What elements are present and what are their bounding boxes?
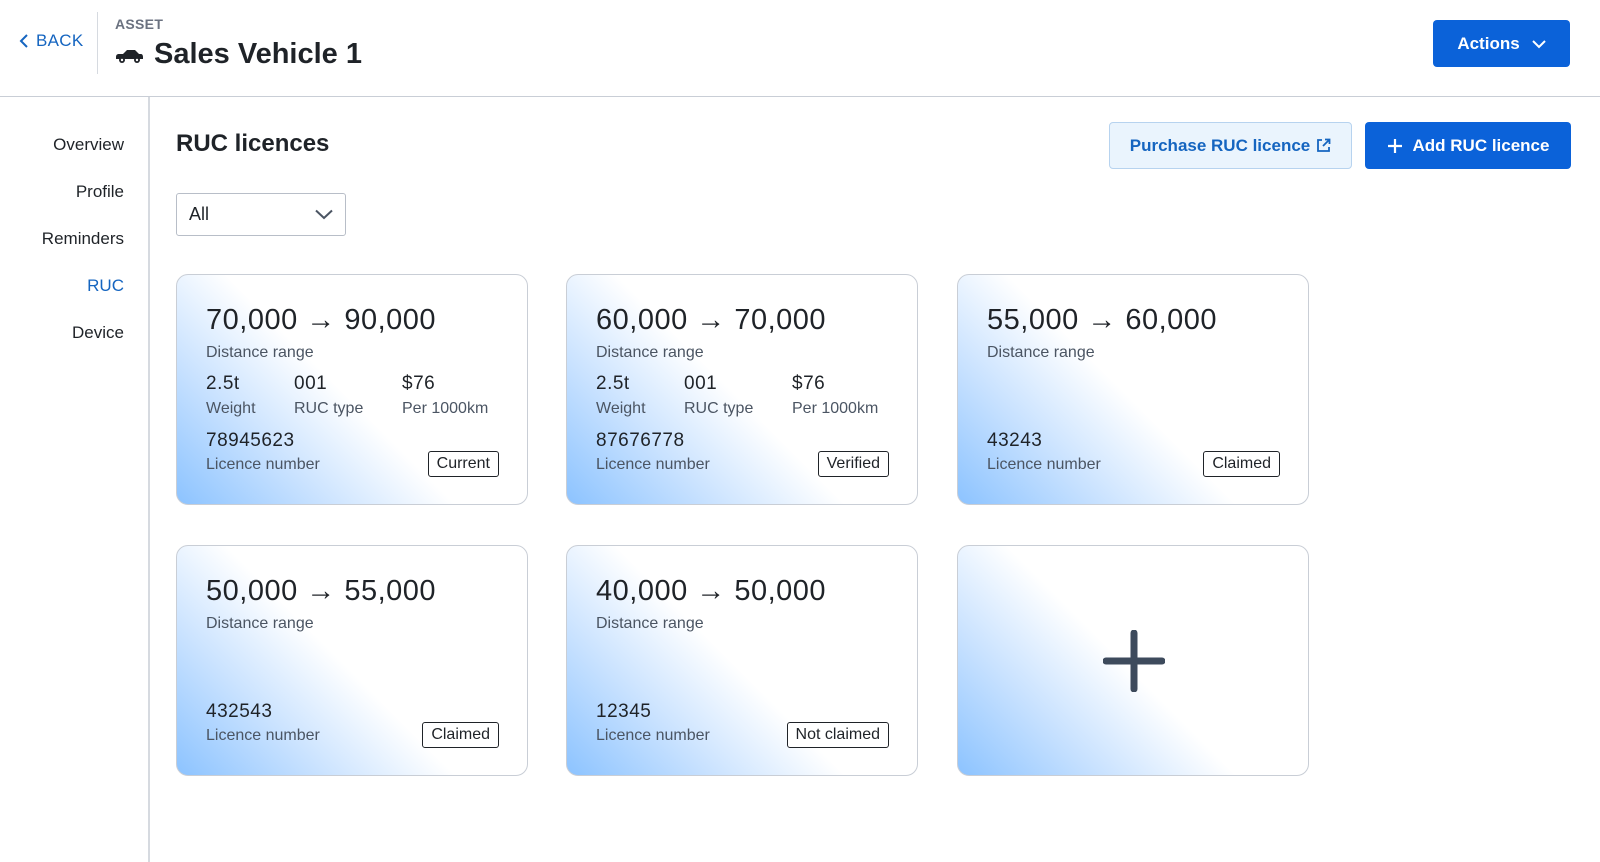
licence-number-value: 78945623 [206, 430, 295, 451]
header-divider [97, 12, 98, 74]
licence-number-label: Licence number [987, 456, 1101, 473]
sidebar-item-device[interactable]: Device [72, 323, 124, 343]
ruc-type-value: 001 [684, 373, 718, 394]
licence-number-value: 12345 [596, 701, 652, 722]
title-row: Sales Vehicle 1 [114, 38, 362, 71]
distance-range-label: Distance range [206, 615, 314, 632]
distance-range-value: 40,000 → 50,000 [596, 575, 827, 607]
price-label: Per 1000km [402, 400, 489, 417]
chevron-down-icon [315, 209, 333, 220]
add-ruc-licence-card[interactable] [957, 545, 1309, 776]
weight-value: 2.5t [596, 373, 630, 394]
distance-range-value: 70,000 → 90,000 [206, 304, 437, 336]
ruc-licence-card[interactable]: 40,000 → 50,000 Distance range 12345 Lic… [566, 545, 918, 776]
status-badge: Current [427, 451, 499, 477]
ruc-type-stat: 001 RUC type [684, 373, 753, 418]
price-stat: $76 Per 1000km [792, 373, 878, 418]
sidebar-item-overview[interactable]: Overview [53, 135, 124, 155]
car-icon [114, 45, 144, 65]
chevron-left-icon [19, 34, 28, 48]
back-button[interactable]: BACK [18, 31, 84, 51]
ruc-type-label: RUC type [294, 400, 364, 417]
sidebar-nav: Overview Profile Reminders RUC Device [0, 97, 150, 862]
sidebar-item-ruc[interactable]: RUC [87, 276, 124, 296]
distance-range-value: 50,000 → 55,000 [206, 575, 437, 607]
weight-stat: 2.5t Weight [206, 373, 256, 418]
sidebar-item-reminders[interactable]: Reminders [42, 229, 124, 249]
actions-button[interactable]: Actions [1433, 20, 1570, 67]
ruc-licence-card[interactable]: 60,000 → 70,000 Distance range 2.5t Weig… [566, 274, 918, 505]
weight-label: Weight [206, 400, 256, 417]
plus-icon [1387, 138, 1402, 153]
ruc-licence-card[interactable]: 50,000 → 55,000 Distance range 432543 Li… [176, 545, 528, 776]
ruc-licence-card[interactable]: 55,000 → 60,000 Distance range 43243 Lic… [957, 274, 1309, 505]
distance-range-value: 55,000 → 60,000 [987, 304, 1218, 336]
status-badge: Not claimed [786, 722, 889, 748]
licence-number-label: Licence number [206, 456, 320, 473]
distance-range-label: Distance range [206, 344, 314, 361]
section-title: RUC licences [176, 130, 330, 157]
ruc-licence-card[interactable]: 70,000 → 90,000 Distance range 2.5t Weig… [176, 274, 528, 505]
licence-number-label: Licence number [596, 727, 710, 744]
licence-number-value: 87676778 [596, 430, 685, 451]
purchase-label: Purchase RUC licence [1129, 135, 1311, 155]
distance-range-value: 60,000 → 70,000 [596, 304, 827, 336]
distance-range-label: Distance range [596, 344, 704, 361]
plus-icon [1103, 630, 1165, 692]
status-badge: Verified [817, 451, 889, 477]
status-filter-select[interactable]: All [176, 193, 346, 236]
distance-range-label: Distance range [596, 615, 704, 632]
actions-label: Actions [1457, 33, 1520, 53]
price-label: Per 1000km [792, 400, 879, 417]
back-label: BACK [36, 31, 84, 50]
page-header: BACK ASSET Sales Vehicle 1 Actions [0, 0, 1600, 97]
weight-value: 2.5t [206, 373, 240, 394]
price-value: $76 [402, 373, 436, 394]
ruc-type-label: RUC type [684, 400, 754, 417]
price-value: $76 [792, 373, 826, 394]
add-label: Add RUC licence [1412, 135, 1550, 155]
price-stat: $76 Per 1000km [402, 373, 488, 418]
licence-number-label: Licence number [596, 456, 710, 473]
external-link-icon [1317, 138, 1331, 152]
status-badge: Claimed [1203, 451, 1280, 477]
weight-stat: 2.5t Weight [596, 373, 646, 418]
licence-number-value: 432543 [206, 701, 273, 722]
add-ruc-licence-button[interactable]: Add RUC licence [1365, 122, 1571, 169]
weight-label: Weight [596, 400, 646, 417]
status-badge: Claimed [422, 722, 499, 748]
sidebar-item-profile[interactable]: Profile [76, 182, 124, 202]
chevron-down-icon [1531, 39, 1546, 48]
purchase-ruc-licence-button[interactable]: Purchase RUC licence [1109, 122, 1352, 169]
asset-label: ASSET [115, 16, 164, 32]
distance-range-label: Distance range [987, 344, 1095, 361]
licence-number-label: Licence number [206, 727, 320, 744]
ruc-type-stat: 001 RUC type [294, 373, 363, 418]
filter-selected-value: All [189, 204, 210, 224]
ruc-type-value: 001 [294, 373, 328, 394]
licence-number-value: 43243 [987, 430, 1043, 451]
page-title: Sales Vehicle 1 [154, 38, 362, 70]
